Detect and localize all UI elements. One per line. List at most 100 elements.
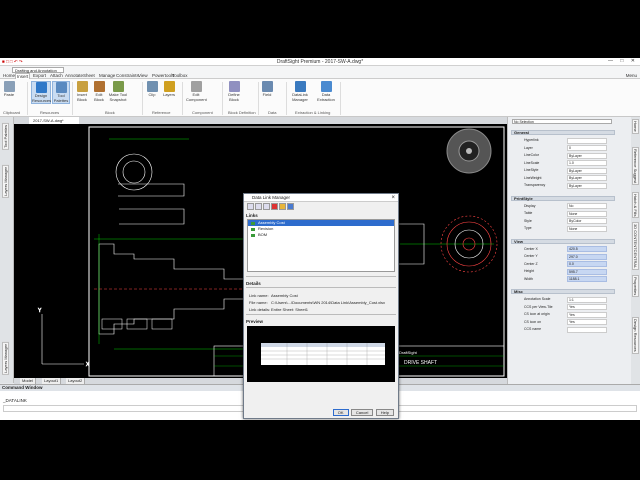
property-value[interactable] [567,137,607,144]
ok-button[interactable]: OK [332,409,349,416]
selection-dropdown[interactable]: No Selection [512,119,612,124]
right-tab[interactable]: Properties [632,275,639,298]
edit-block-button[interactable]: Edit Block [93,81,105,102]
tab-layers-manager[interactable]: Layers Manager [2,165,9,198]
section-general[interactable]: General [511,130,615,135]
svg-text:Y: Y [38,308,42,314]
links-list[interactable]: Assembly Cost Revision BOM [247,219,395,272]
property-value[interactable]: No [567,203,607,210]
tab-layers-manager-bottom[interactable]: Layers Manager [2,342,9,375]
cancel-button[interactable]: Cancel [350,409,374,416]
ribbon-group-label: Data [268,110,277,115]
ribbon-group-label: Clipboard [3,110,21,115]
property-row: CCS per View-Tile Yes [520,304,616,312]
folder-icon[interactable] [279,203,286,210]
edit-component-button[interactable]: Edit Component [186,81,207,102]
new-link-icon[interactable] [247,203,254,210]
close-icon[interactable]: × [391,194,395,202]
property-label: LineScale [524,160,540,165]
right-tab[interactable]: 3D CONTENTCENTRAL [632,222,639,271]
property-value[interactable]: 0 [567,145,607,152]
define-block-button[interactable]: Define Block [226,81,242,102]
property-value[interactable]: Yes [567,304,607,311]
property-value[interactable]: None [567,210,607,217]
insert-block-button[interactable]: Insert Block [75,81,89,102]
navigation-wheel[interactable] [446,128,492,174]
right-palette-tabs: Home Reference Suggest Hatch & Fills 3D CON… [631,117,640,384]
property-row: CCS name [520,326,616,334]
clip-button[interactable]: Clip [146,81,158,98]
right-tab[interactable]: Hatch & Fills [632,192,639,219]
property-value[interactable]: 1188.1 [567,276,607,283]
right-tab[interactable]: Home [632,119,639,134]
property-row: CS icon at origin Yes [520,311,616,319]
property-value[interactable]: 0.0 [567,261,607,268]
workspace-bar: Drafting and Annotation [0,66,640,73]
ribbon-button-label: DataLink Manager [292,92,308,102]
property-value[interactable]: 595.7 [567,268,607,275]
layers-button[interactable]: Layers [162,81,176,98]
make-tool-snapshot-button[interactable]: Make Tool Snapshot [108,81,128,102]
right-tab[interactable]: Reference Suggest [632,147,639,186]
details-label: Details [246,281,261,286]
property-value[interactable]: ByLayer [567,182,607,189]
paste-icon [3,81,15,92]
help-button[interactable]: Help [375,409,394,416]
make-tool-snapshot-icon [112,81,124,92]
section-view[interactable]: View [511,238,615,244]
data-extraction-button[interactable]: Data Extraction [314,81,338,102]
ribbon-group-label: Component [192,110,213,115]
paste-button[interactable]: Paste [3,81,15,98]
property-row: Width 1188.1 [520,276,616,284]
field-button[interactable]: Field [261,81,273,98]
field-icon [261,81,273,92]
window-controls[interactable]: — □ ✕ [608,58,638,64]
property-value[interactable]: ByLayer [567,152,607,159]
edit-link-icon[interactable] [255,203,262,210]
shaft-drawing [94,153,254,335]
property-value[interactable]: 420.5 [567,246,607,253]
property-value[interactable] [567,326,607,333]
property-value[interactable]: ByLayer [567,167,607,174]
property-value[interactable]: Yes [567,319,607,326]
property-row: Height 595.7 [520,268,616,276]
ribbon-separator [258,82,259,115]
property-value[interactable]: 1.0 [567,160,607,167]
list-item-bom[interactable]: BOM [248,232,394,238]
tool-palettes-button[interactable]: Tool Palettes [52,81,70,104]
datalink-manager-button[interactable]: DataLink Manager [290,81,310,102]
ribbon-button-label: Field [262,92,272,97]
property-value[interactable]: 297.0 [567,253,607,260]
workspace-select[interactable]: Drafting and Annotation [12,66,64,73]
delete-icon[interactable] [271,203,278,210]
detail-file-name: File name: C:\Users\...\Documents\WN 2014… [249,300,386,305]
title-bar: ■ □ □ ↶ ↷ DraftSight Premium - 2017-SW-A… [0,58,640,66]
design-resources-icon [35,82,47,93]
property-row: Transparency ByLayer [520,182,616,190]
section-printstyle[interactable]: PrintStyle [511,195,615,201]
divider [246,276,396,277]
refresh-icon[interactable] [287,203,294,210]
right-tab[interactable]: Design Resources [632,317,639,354]
property-label: Display [524,203,536,208]
property-label: Style [524,218,532,223]
property-label: CS icon at origin [524,312,550,316]
tab-tool-palettes[interactable]: Tool Palettes [2,123,9,150]
property-value[interactable]: Yes [567,311,607,318]
design-resources-button[interactable]: Design Resources [31,81,51,104]
property-row: Table None [520,210,616,218]
section-misc[interactable]: Misc [511,289,615,294]
open-file-icon[interactable] [263,203,270,210]
title-block-brand: DraftSight [399,350,418,355]
property-label: Center Y [524,254,538,258]
property-row: Annotation Scale 1:1 [520,296,616,304]
datalink-manager-dialog: Data Link Manager × Links Assembly Cost … [243,193,399,419]
property-value[interactable]: 1:1 [567,296,607,303]
property-value[interactable]: None [567,225,607,232]
ribbon-separator [72,82,73,115]
ribbon-separator [340,82,341,115]
property-value[interactable]: ByColor [567,218,607,225]
document-tab[interactable]: 2017-SW-A.dwg* [29,117,79,124]
ribbon-button-label: Data Extraction [317,92,335,102]
property-value[interactable]: ByLayer [567,175,607,182]
